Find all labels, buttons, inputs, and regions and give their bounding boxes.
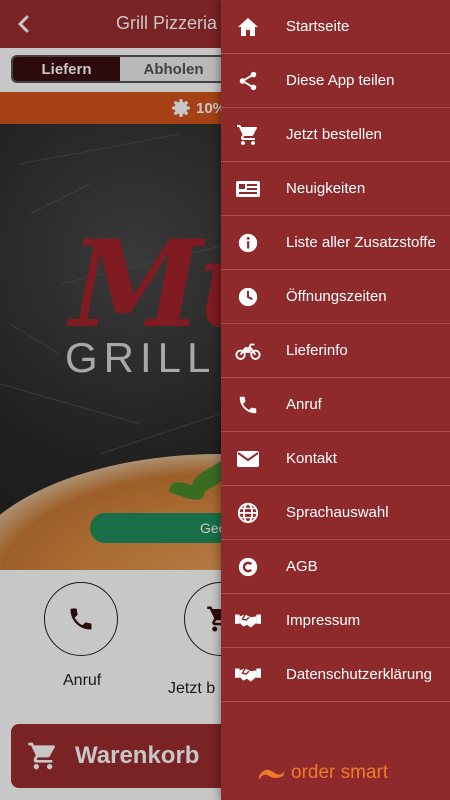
- menu-item-label: Sprachauswahl: [286, 504, 389, 521]
- menu-item-label: Neuigkeiten: [286, 180, 366, 197]
- menu-item-startseite[interactable]: Startseite: [221, 0, 450, 54]
- menu-item-label: Datenschutzerklärung: [286, 666, 432, 683]
- menu-item-privacy[interactable]: Datenschutzerklärung: [221, 648, 450, 702]
- menu-item-opening-hours[interactable]: Öffnungszeiten: [221, 270, 450, 324]
- menu-item-imprint[interactable]: Impressum: [221, 594, 450, 648]
- menu-item-contact[interactable]: Kontakt: [221, 432, 450, 486]
- menu-item-share[interactable]: Diese App teilen: [221, 54, 450, 108]
- cart-icon: [235, 123, 261, 147]
- handshake-icon: [235, 663, 261, 687]
- menu-item-label: Kontakt: [286, 450, 337, 467]
- navigation-drawer: Startseite Diese App teilen Jetzt bestel…: [221, 0, 450, 800]
- globe-icon: [235, 501, 261, 525]
- order-smart-text: order smart: [291, 762, 389, 783]
- handshake-icon: [235, 609, 261, 633]
- menu-item-call[interactable]: Anruf: [221, 378, 450, 432]
- menu-item-terms[interactable]: AGB: [221, 540, 450, 594]
- menu-item-label: Startseite: [286, 18, 350, 35]
- phone-icon: [235, 393, 261, 417]
- order-smart-logo: order smart: [257, 760, 388, 786]
- clock-icon: [235, 285, 261, 309]
- menu-item-news[interactable]: Neuigkeiten: [221, 162, 450, 216]
- menu-item-label: Impressum: [286, 612, 361, 629]
- info-icon: [235, 231, 261, 255]
- home-icon: [235, 15, 261, 39]
- mail-icon: [235, 447, 261, 471]
- menu-item-order[interactable]: Jetzt bestellen: [221, 108, 450, 162]
- menu-item-delivery-info[interactable]: Lieferinfo: [221, 324, 450, 378]
- menu-item-label: Öffnungszeiten: [286, 288, 387, 305]
- order-smart-logo-icon: [259, 769, 285, 780]
- menu-item-label: AGB: [286, 558, 318, 575]
- menu-item-language[interactable]: Sprachauswahl: [221, 486, 450, 540]
- menu-item-label: Anruf: [286, 396, 322, 413]
- menu-item-label: Lieferinfo: [286, 342, 348, 359]
- menu-item-additives[interactable]: Liste aller Zusatzstoffe: [221, 216, 450, 270]
- menu-item-label: Diese App teilen: [286, 72, 395, 89]
- news-icon: [235, 177, 261, 201]
- menu-item-label: Jetzt bestellen: [286, 126, 382, 143]
- copyright-icon: [235, 555, 261, 579]
- share-icon: [235, 69, 261, 93]
- motorbike-icon: [235, 339, 261, 363]
- menu-item-label: Liste aller Zusatzstoffe: [286, 234, 436, 251]
